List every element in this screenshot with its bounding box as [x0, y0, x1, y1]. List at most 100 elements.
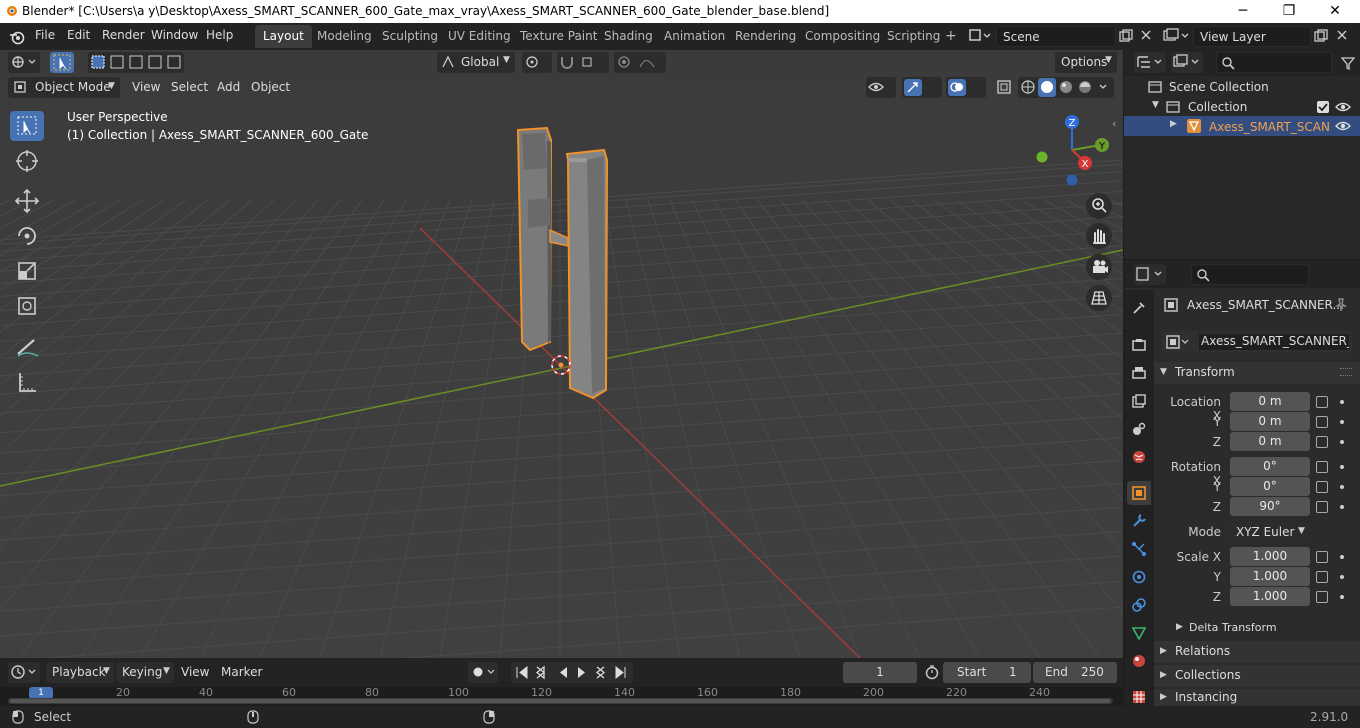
tab-scripting[interactable]: Scripting — [879, 25, 948, 48]
lock-icon[interactable] — [1316, 551, 1328, 563]
location-z-field[interactable]: 0 m — [1230, 432, 1310, 451]
outliner-row-scene-collection[interactable]: Scene Collection — [1124, 77, 1360, 97]
outliner-search-input[interactable] — [1216, 52, 1332, 73]
options-dropdown[interactable]: Options ▼ — [1055, 52, 1117, 73]
timeline-editor-type-button[interactable] — [8, 662, 40, 683]
keying-dropdown[interactable]: Keying ▼ — [116, 662, 174, 683]
timeline-menu-view[interactable]: View — [181, 665, 209, 679]
keyframe-dot-icon[interactable] — [1340, 595, 1344, 599]
pivot-point-button[interactable] — [522, 52, 552, 73]
data-tab-icon[interactable] — [1131, 625, 1147, 641]
menu-object[interactable]: Object — [251, 80, 290, 94]
measure-tool[interactable] — [10, 367, 44, 397]
scene-tab-icon[interactable] — [1131, 421, 1147, 437]
sidebar-toggle-icon[interactable]: ‹ — [1112, 117, 1116, 130]
menu-add[interactable]: Add — [217, 80, 240, 94]
shading-mode-group[interactable] — [1018, 77, 1114, 98]
tab-texture-paint[interactable]: Texture Paint — [512, 25, 605, 48]
move-tool[interactable] — [10, 186, 44, 216]
outliner-row-collection[interactable]: ▼ Collection — [1124, 97, 1360, 117]
auto-keying-button[interactable] — [468, 662, 498, 683]
cursor-tool[interactable] — [10, 146, 44, 176]
new-view-layer-icon[interactable] — [1314, 29, 1328, 43]
texture-tab-icon[interactable] — [1131, 689, 1147, 705]
tab-modeling[interactable]: Modeling — [309, 25, 380, 48]
timeline-menu-marker[interactable]: Marker — [221, 665, 262, 679]
select-box-tool[interactable] — [10, 111, 44, 141]
selection-modes-group[interactable] — [88, 52, 184, 73]
particles-tab-icon[interactable] — [1131, 541, 1147, 557]
timeline-ruler[interactable]: 1 20 40 60 80 100 120 140 160 180 200 220 240 — [0, 686, 1123, 706]
keyframe-dot-icon[interactable] — [1340, 465, 1344, 469]
keyframe-dot-icon[interactable] — [1340, 555, 1344, 559]
scale-tool[interactable] — [10, 256, 44, 286]
delete-scene-icon[interactable] — [1140, 29, 1152, 41]
tab-rendering[interactable]: Rendering — [727, 25, 804, 48]
pan-button[interactable] — [1086, 223, 1112, 249]
visibility-dropdown[interactable] — [866, 77, 896, 98]
output-tab-icon[interactable] — [1131, 365, 1147, 381]
snap-button[interactable] — [557, 52, 609, 73]
lock-icon[interactable] — [1316, 416, 1328, 428]
properties-editor-type-button[interactable] — [1134, 264, 1166, 285]
lock-icon[interactable] — [1316, 571, 1328, 583]
overlays-toggle[interactable] — [946, 77, 986, 98]
select-mode-button[interactable] — [50, 52, 74, 73]
eye-icon[interactable] — [1335, 100, 1351, 114]
lock-icon[interactable] — [1316, 501, 1328, 513]
delete-view-layer-icon[interactable] — [1336, 29, 1348, 41]
gizmo-toggle[interactable] — [902, 77, 942, 98]
annotate-tool[interactable] — [10, 332, 44, 362]
tab-compositing[interactable]: Compositing — [797, 25, 888, 48]
menu-render[interactable]: Render — [102, 28, 145, 42]
view-layer-tab-icon[interactable] — [1131, 393, 1147, 409]
rotation-y-field[interactable]: 0° — [1230, 477, 1310, 496]
keyframe-dot-icon[interactable] — [1340, 420, 1344, 424]
playback-controls[interactable] — [511, 662, 633, 683]
object-mode-dropdown[interactable]: Object Mode ▼ — [8, 77, 120, 98]
tab-sculpting[interactable]: Sculpting — [374, 25, 446, 48]
maximize-button[interactable]: ❐ — [1266, 0, 1312, 23]
playback-dropdown[interactable]: Playback ▼ — [46, 662, 114, 683]
scale-z-field[interactable]: 1.000 — [1230, 587, 1310, 606]
new-scene-icon[interactable] — [1119, 29, 1133, 43]
modifier-wrench-icon[interactable] — [1131, 513, 1147, 529]
proportional-editing-button[interactable] — [614, 52, 666, 73]
relations-panel-header[interactable]: ▶ Relations — [1154, 641, 1360, 663]
tool-tab-icon[interactable] — [1131, 300, 1147, 316]
menu-file[interactable]: File — [35, 28, 55, 42]
lock-icon[interactable] — [1316, 436, 1328, 448]
tab-layout[interactable]: Layout — [255, 25, 312, 48]
keyframe-dot-icon[interactable] — [1340, 485, 1344, 489]
stopwatch-icon[interactable] — [924, 664, 940, 680]
menu-select[interactable]: Select — [171, 80, 208, 94]
view-layer-field[interactable]: View Layer — [1193, 26, 1311, 47]
zoom-button[interactable] — [1086, 193, 1112, 219]
rotation-x-field[interactable]: 0° — [1230, 457, 1310, 476]
keyframe-dot-icon[interactable] — [1340, 575, 1344, 579]
drag-handle-icon[interactable] — [1340, 368, 1352, 376]
minimize-button[interactable]: ─ — [1220, 0, 1266, 23]
tab-uv-editing[interactable]: UV Editing — [440, 25, 519, 48]
view-layer-icon[interactable] — [1163, 28, 1191, 44]
scale-y-field[interactable]: 1.000 — [1230, 567, 1310, 586]
timeline-scrollbar[interactable] — [8, 698, 1113, 704]
navigation-gizmo[interactable]: Z Y X — [1030, 112, 1110, 188]
start-frame-field[interactable]: Start 1 — [943, 662, 1031, 683]
transform-tool[interactable] — [10, 291, 44, 321]
pin-icon[interactable] — [1334, 298, 1348, 312]
tab-animation[interactable]: Animation — [656, 25, 733, 48]
transform-orientation-dropdown[interactable]: Global ▼ — [437, 52, 515, 73]
render-tab-icon[interactable] — [1131, 337, 1147, 353]
camera-view-button[interactable] — [1086, 254, 1112, 280]
editor-type-button[interactable] — [8, 52, 40, 73]
rotation-mode-dropdown[interactable]: XYZ Euler ▼ — [1230, 522, 1310, 542]
add-workspace-icon[interactable]: + — [945, 28, 957, 44]
menu-window[interactable]: Window — [151, 28, 198, 42]
lock-icon[interactable] — [1316, 591, 1328, 603]
properties-search-input[interactable] — [1191, 264, 1309, 285]
end-frame-field[interactable]: End 250 — [1033, 662, 1117, 683]
location-y-field[interactable]: 0 m — [1230, 412, 1310, 431]
eye-icon[interactable] — [1335, 119, 1351, 133]
keyframe-dot-icon[interactable] — [1340, 505, 1344, 509]
